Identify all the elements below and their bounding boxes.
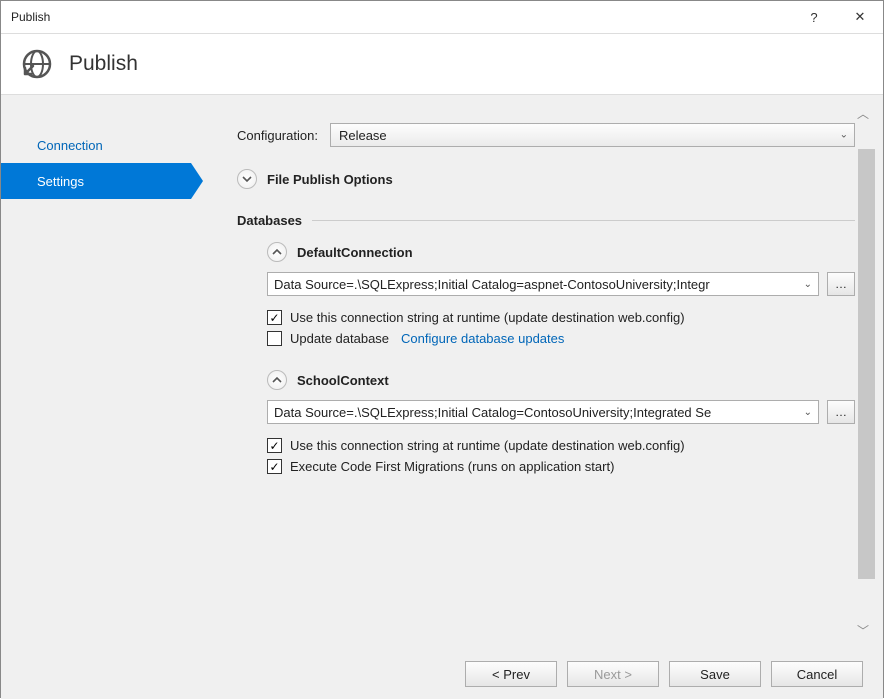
use-runtime-checkbox-defaultconnection[interactable] (267, 310, 282, 325)
browse-button-defaultconnection[interactable]: … (827, 272, 855, 296)
footer: < Prev Next > Save Cancel (1, 649, 883, 699)
sidebar: Connection Settings (1, 95, 191, 649)
prev-button[interactable]: < Prev (465, 661, 557, 687)
main-pane: ︿ ﹀ Configuration: Release ⌄ File Publis… (191, 95, 883, 649)
db-toggle-schoolcontext[interactable]: SchoolContext (267, 370, 855, 390)
expand-down-icon (237, 169, 257, 189)
connection-string-dropdown-schoolcontext[interactable]: Data Source=.\SQLExpress;Initial Catalog… (267, 400, 819, 424)
collapse-up-icon (267, 370, 287, 390)
window-title: Publish (11, 10, 50, 24)
help-button[interactable]: ? (791, 1, 837, 33)
sidebar-item-settings[interactable]: Settings (1, 163, 191, 199)
db-name-schoolcontext: SchoolContext (297, 373, 389, 388)
browse-button-schoolcontext[interactable]: … (827, 400, 855, 424)
configuration-value: Release (339, 128, 387, 143)
header-band: Publish (1, 33, 883, 95)
cancel-button[interactable]: Cancel (771, 661, 863, 687)
connection-string-value: Data Source=.\SQLExpress;Initial Catalog… (274, 405, 800, 420)
close-button[interactable]: ✕ (837, 1, 883, 33)
scroll-up-icon[interactable]: ︿ (857, 105, 869, 122)
collapse-up-icon (267, 242, 287, 262)
use-runtime-label: Use this connection string at runtime (u… (290, 310, 685, 325)
divider (312, 220, 855, 221)
update-database-label: Update database (290, 331, 389, 346)
globe-publish-icon (21, 48, 53, 80)
configure-database-updates-link[interactable]: Configure database updates (401, 331, 564, 346)
save-button[interactable]: Save (669, 661, 761, 687)
db-name-defaultconnection: DefaultConnection (297, 245, 413, 260)
db-block-schoolcontext: SchoolContext Data Source=.\SQLExpress;I… (237, 370, 855, 474)
use-runtime-checkbox-schoolcontext[interactable] (267, 438, 282, 453)
next-button[interactable]: Next > (567, 661, 659, 687)
client-area: Connection Settings ︿ ﹀ Configuration: R… (1, 95, 883, 649)
title-bar: Publish ? ✕ (1, 1, 883, 33)
execute-migrations-label: Execute Code First Migrations (runs on a… (290, 459, 614, 474)
page-title: Publish (69, 52, 138, 76)
chevron-down-icon: ⌄ (840, 130, 848, 141)
connection-string-dropdown-defaultconnection[interactable]: Data Source=.\SQLExpress;Initial Catalog… (267, 272, 819, 296)
configuration-label: Configuration: (237, 128, 318, 143)
sidebar-item-connection[interactable]: Connection (1, 127, 191, 163)
connection-string-value: Data Source=.\SQLExpress;Initial Catalog… (274, 277, 800, 292)
db-toggle-defaultconnection[interactable]: DefaultConnection (267, 242, 855, 262)
file-publish-options-label: File Publish Options (267, 172, 393, 187)
update-database-checkbox-defaultconnection[interactable] (267, 331, 282, 346)
databases-label: Databases (237, 213, 302, 228)
chevron-down-icon: ⌄ (800, 407, 812, 418)
chevron-down-icon: ⌄ (800, 279, 812, 290)
scrollbar-thumb[interactable] (858, 149, 875, 579)
scroll-down-icon[interactable]: ﹀ (857, 622, 869, 639)
configuration-row: Configuration: Release ⌄ (237, 123, 855, 147)
databases-section-header: Databases (237, 213, 855, 228)
file-publish-options-toggle[interactable]: File Publish Options (237, 169, 855, 189)
configuration-dropdown[interactable]: Release ⌄ (330, 123, 855, 147)
db-block-defaultconnection: DefaultConnection Data Source=.\SQLExpre… (237, 242, 855, 346)
use-runtime-label: Use this connection string at runtime (u… (290, 438, 685, 453)
execute-migrations-checkbox-schoolcontext[interactable] (267, 459, 282, 474)
